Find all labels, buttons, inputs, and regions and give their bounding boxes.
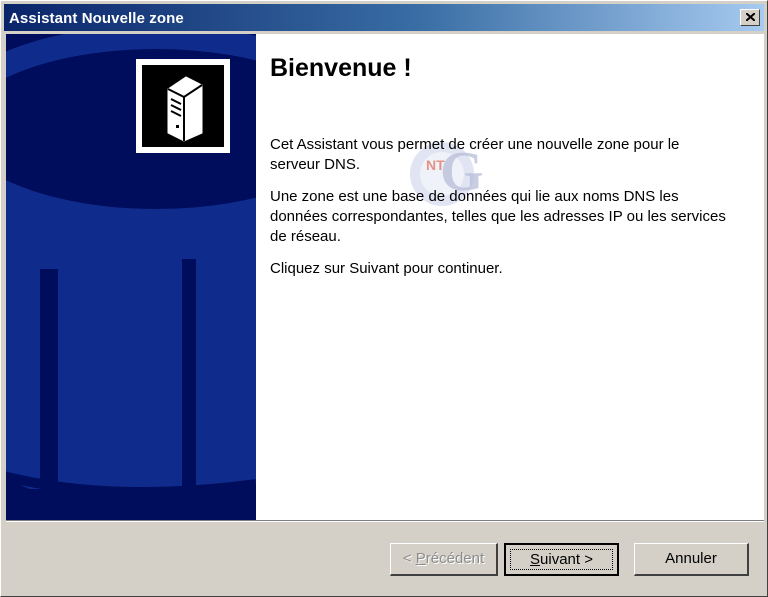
button-separator-highlight — [6, 521, 764, 522]
next-button[interactable]: Suivant > — [504, 543, 619, 576]
previous-prefix: < — [402, 550, 416, 567]
previous-label: récédent — [425, 550, 485, 567]
next-accel: S — [530, 551, 541, 568]
close-icon — [746, 13, 755, 21]
window-title: Assistant Nouvelle zone — [9, 10, 184, 27]
next-label: uivant > — [540, 551, 593, 568]
cancel-label: Annuler — [665, 550, 717, 567]
zone-description-paragraph: Une zone est une base de données qui lie… — [270, 188, 726, 245]
previous-accel: P — [415, 550, 426, 567]
content-panel: G NT Bienvenue ! Cet Assistant vous perm… — [256, 34, 764, 520]
title-bar[interactable]: Assistant Nouvelle zone — [4, 4, 764, 31]
page-title: Bienvenue ! — [270, 54, 412, 82]
server-icon-frame — [136, 59, 230, 153]
previous-button[interactable]: < Précédent — [390, 543, 498, 576]
continue-instruction: Cliquez sur Suivant pour continuer. — [270, 260, 503, 277]
wizard-banner — [6, 34, 256, 520]
close-button[interactable] — [740, 9, 760, 26]
wizard-window: Assistant Nouvelle zone G NT Bienvenue !… — [0, 0, 768, 597]
intro-paragraph: Cet Assistant vous permet de créer une n… — [270, 136, 680, 173]
cancel-button[interactable]: Annuler — [634, 543, 749, 576]
server-icon — [167, 76, 203, 142]
